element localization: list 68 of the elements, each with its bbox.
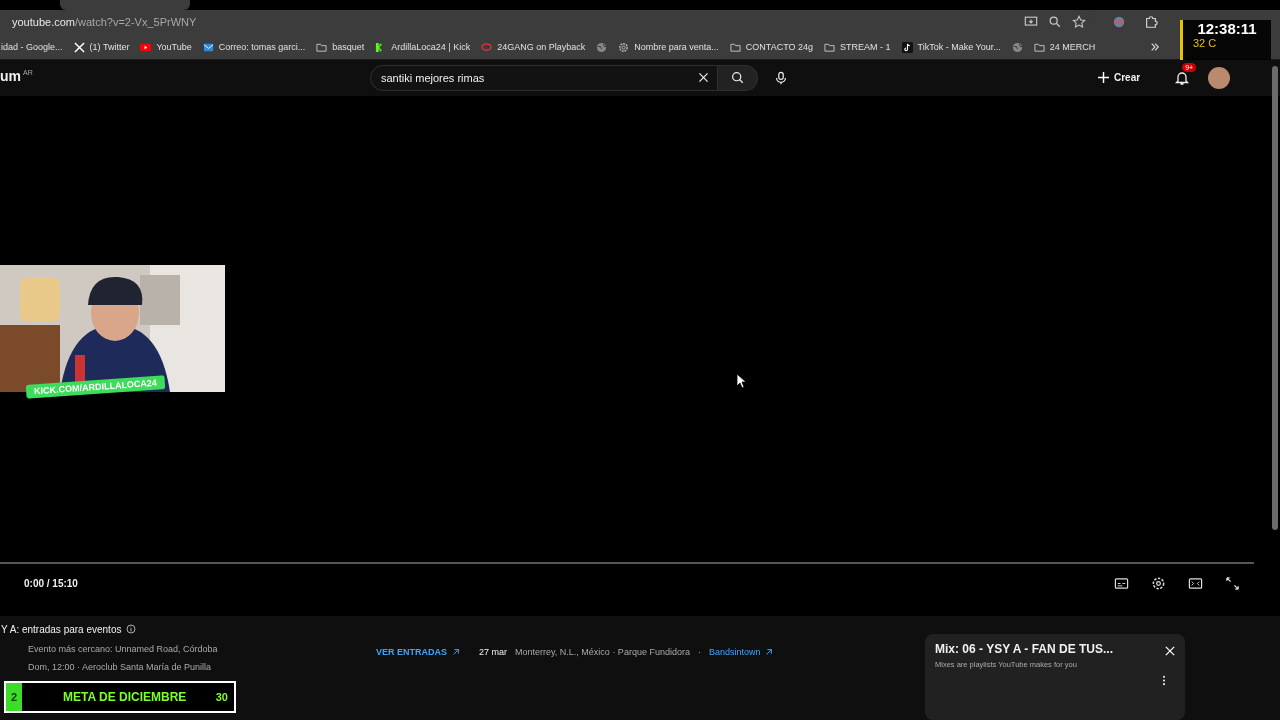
scrollbar[interactable] [1272,66,1278,530]
theater-mode-icon[interactable] [1188,576,1203,592]
gear-icon [618,41,630,53]
note-logo-icon [901,41,913,53]
bookmark[interactable]: TikTok - Make Your... [901,41,1001,53]
folder-icon [824,41,835,53]
bookmark[interactable]: (1) Twitter [73,41,130,53]
subtitles-icon[interactable] [1114,576,1129,592]
bookmark[interactable]: 24 MERCH [1033,41,1096,53]
goal-target: 30 [215,691,228,703]
bookmark[interactable]: STREAM - 1 [824,41,891,53]
play-logo-icon [140,41,152,53]
ring-icon [481,41,493,53]
extension-icon[interactable] [1112,15,1126,30]
puzzle-icon[interactable] [1144,15,1158,30]
logo-text[interactable]: um$^{AR}$ [0,67,370,84]
nearest-event: Evento más cercano: Unnamed Road, Córdoba [28,644,219,654]
bookmark[interactable] [596,41,608,53]
plus-icon [1098,72,1109,84]
source-link[interactable]: Bandsintown [708,647,774,657]
time-display: 0:00 / 15:10 [24,578,78,590]
clear-icon[interactable] [697,70,710,84]
more-icon[interactable] [1162,675,1166,686]
create-button[interactable]: Crear [1094,68,1145,88]
bookmark[interactable]: 24GANG on Playback [481,41,586,53]
bookmark[interactable]: idad - Google... [1,42,63,53]
search-icon [731,71,744,85]
clock-time: 12:38:11 [1197,20,1257,37]
search-button[interactable] [718,64,758,91]
separator: · [697,647,701,657]
zoom-icon[interactable] [1048,15,1062,30]
external-link-icon [765,648,774,656]
bookmark[interactable]: ArdillaLoca24 | Kick [375,41,471,53]
star-icon[interactable] [1072,15,1086,30]
bookmark[interactable]: Nombre para venta... [618,41,719,53]
folder-icon [316,41,328,53]
folder-icon [1033,41,1045,53]
mouse-pointer-icon [736,373,746,389]
search-field[interactable]: santiki mejores rimas [370,64,718,91]
microphone-icon[interactable] [774,70,788,85]
events-title: Y A: entradas para eventos [1,624,122,635]
avatar[interactable] [1208,66,1231,89]
event-place: Monterrey, N.L., México · Parque Fundidora [515,647,690,657]
folder-icon [729,41,741,53]
close-icon[interactable] [1165,646,1175,656]
goal-current: 2 [11,691,19,703]
globe-icon [596,41,608,53]
notifications-icon[interactable] [1174,69,1191,86]
x-logo-icon [73,41,85,53]
external-link-icon [452,648,460,656]
bookmark[interactable] [1011,41,1023,53]
mail-icon [202,41,214,53]
goal-label: META DE DICIEMBRE [63,690,188,704]
settings-icon[interactable] [1151,576,1166,592]
mix-title: Mix: 06 - YSY A - FAN DE TUS... [935,642,1115,656]
bookmark[interactable]: Correo: tomas garci... [202,41,306,53]
event-date: 27 mar [479,647,507,657]
fullscreen-icon[interactable] [1225,576,1240,592]
bookmark[interactable]: YouTube [140,41,192,53]
event-details: Dom, 12:00 · Aeroclub Santa María de Punilla [28,662,213,672]
tickets-link[interactable]: VER ENTRADAS [376,647,468,657]
url-text: youtube.com/watch?v=2-Vx_5PrWNY [12,16,197,29]
more-bookmarks-icon[interactable] [1150,42,1160,53]
info-icon[interactable] [126,624,137,635]
globe-icon [1011,41,1023,53]
bookmark[interactable]: basquet [316,41,365,53]
bookmark[interactable]: CONTACTO 24g [729,41,813,53]
temperature: 32 C [1193,37,1217,49]
